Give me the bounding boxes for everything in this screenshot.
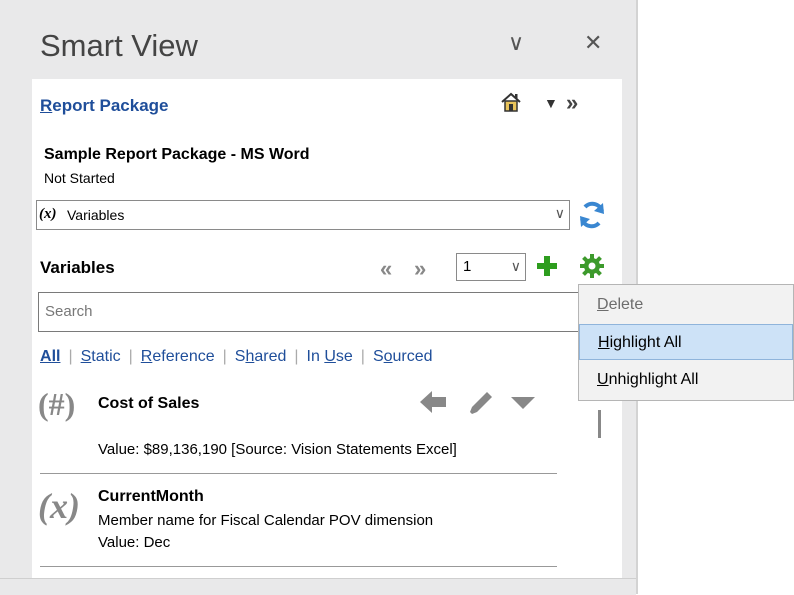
pane-bottom-strip: [0, 578, 636, 595]
divider: [40, 566, 557, 567]
pane-close-button[interactable]: ✕: [584, 30, 602, 56]
report-package-label: eport Package: [52, 96, 169, 115]
settings-context-menu: Delete Highlight All Unhighlight All: [578, 284, 794, 401]
expand-panel-icon[interactable]: »: [566, 90, 578, 116]
menu-item-highlight-all[interactable]: Highlight All: [579, 324, 793, 360]
variable-description: Member name for Fiscal Calendar POV dime…: [98, 512, 434, 529]
report-package-accesskey: R: [40, 96, 53, 115]
search-input[interactable]: [39, 293, 571, 329]
document-name: Sample Report Package - MS Word: [44, 146, 310, 163]
filter-static[interactable]: Static: [81, 348, 121, 365]
divider: [40, 473, 557, 474]
report-package-link[interactable]: Report Package: [40, 96, 169, 116]
page-number-value: 1: [463, 258, 472, 275]
pane-options-button[interactable]: ∨: [508, 30, 524, 56]
scrollbar-thumb[interactable]: [598, 410, 601, 438]
variable-symbol-icon: (x): [39, 206, 57, 222]
text-variable-icon: (x): [38, 486, 80, 526]
variable-name[interactable]: CurrentMonth: [98, 488, 204, 506]
menu-item-unhighlight-all[interactable]: Unhighlight All: [579, 362, 793, 398]
variable-name[interactable]: Cost of Sales: [98, 395, 199, 413]
filter-separator: |: [68, 348, 73, 365]
filter-shared[interactable]: Shared: [235, 348, 287, 365]
home-dropdown-icon[interactable]: ▼: [544, 95, 558, 111]
search-field[interactable]: [38, 292, 598, 332]
chevron-down-icon: ∨: [554, 205, 565, 221]
chevron-down-icon: ∨: [510, 258, 521, 274]
next-page-icon[interactable]: »: [414, 256, 426, 282]
menu-item-delete[interactable]: Delete: [579, 287, 793, 323]
document-status: Not Started: [44, 170, 115, 186]
expand-down-icon[interactable]: [508, 388, 538, 416]
filter-reference[interactable]: Reference: [141, 348, 215, 365]
filter-tabs: All | Static | Reference | Shared | In Use | Sourc…: [40, 348, 433, 366]
home-icon[interactable]: [500, 91, 522, 113]
refresh-icon[interactable]: [576, 199, 608, 231]
filter-separator: |: [294, 348, 299, 365]
view-selector-value: Variables: [67, 207, 125, 223]
view-selector-dropdown[interactable]: (x) Variables ∨: [36, 200, 570, 230]
gear-icon[interactable]: [578, 252, 606, 280]
variables-heading: Variables: [40, 258, 115, 277]
filter-sourced[interactable]: Sourced: [373, 348, 433, 365]
variable-value: Value: Dec: [98, 534, 171, 551]
edit-pencil-icon[interactable]: [466, 388, 496, 416]
pane-title: Smart View: [40, 28, 198, 63]
filter-separator: |: [360, 348, 365, 365]
add-variable-icon[interactable]: [535, 254, 559, 278]
insert-left-arrow-icon[interactable]: [418, 388, 448, 416]
filter-all[interactable]: All: [40, 348, 60, 365]
filter-separator: |: [222, 348, 227, 365]
page-number-dropdown[interactable]: 1 ∨: [456, 253, 526, 281]
filter-separator: |: [128, 348, 133, 365]
numeric-variable-icon: (#): [38, 386, 76, 422]
variable-value: Value: $89,136,190 [Source: Vision State…: [98, 441, 457, 458]
previous-page-icon[interactable]: «: [380, 256, 392, 282]
filter-in-use[interactable]: In Use: [307, 348, 353, 365]
